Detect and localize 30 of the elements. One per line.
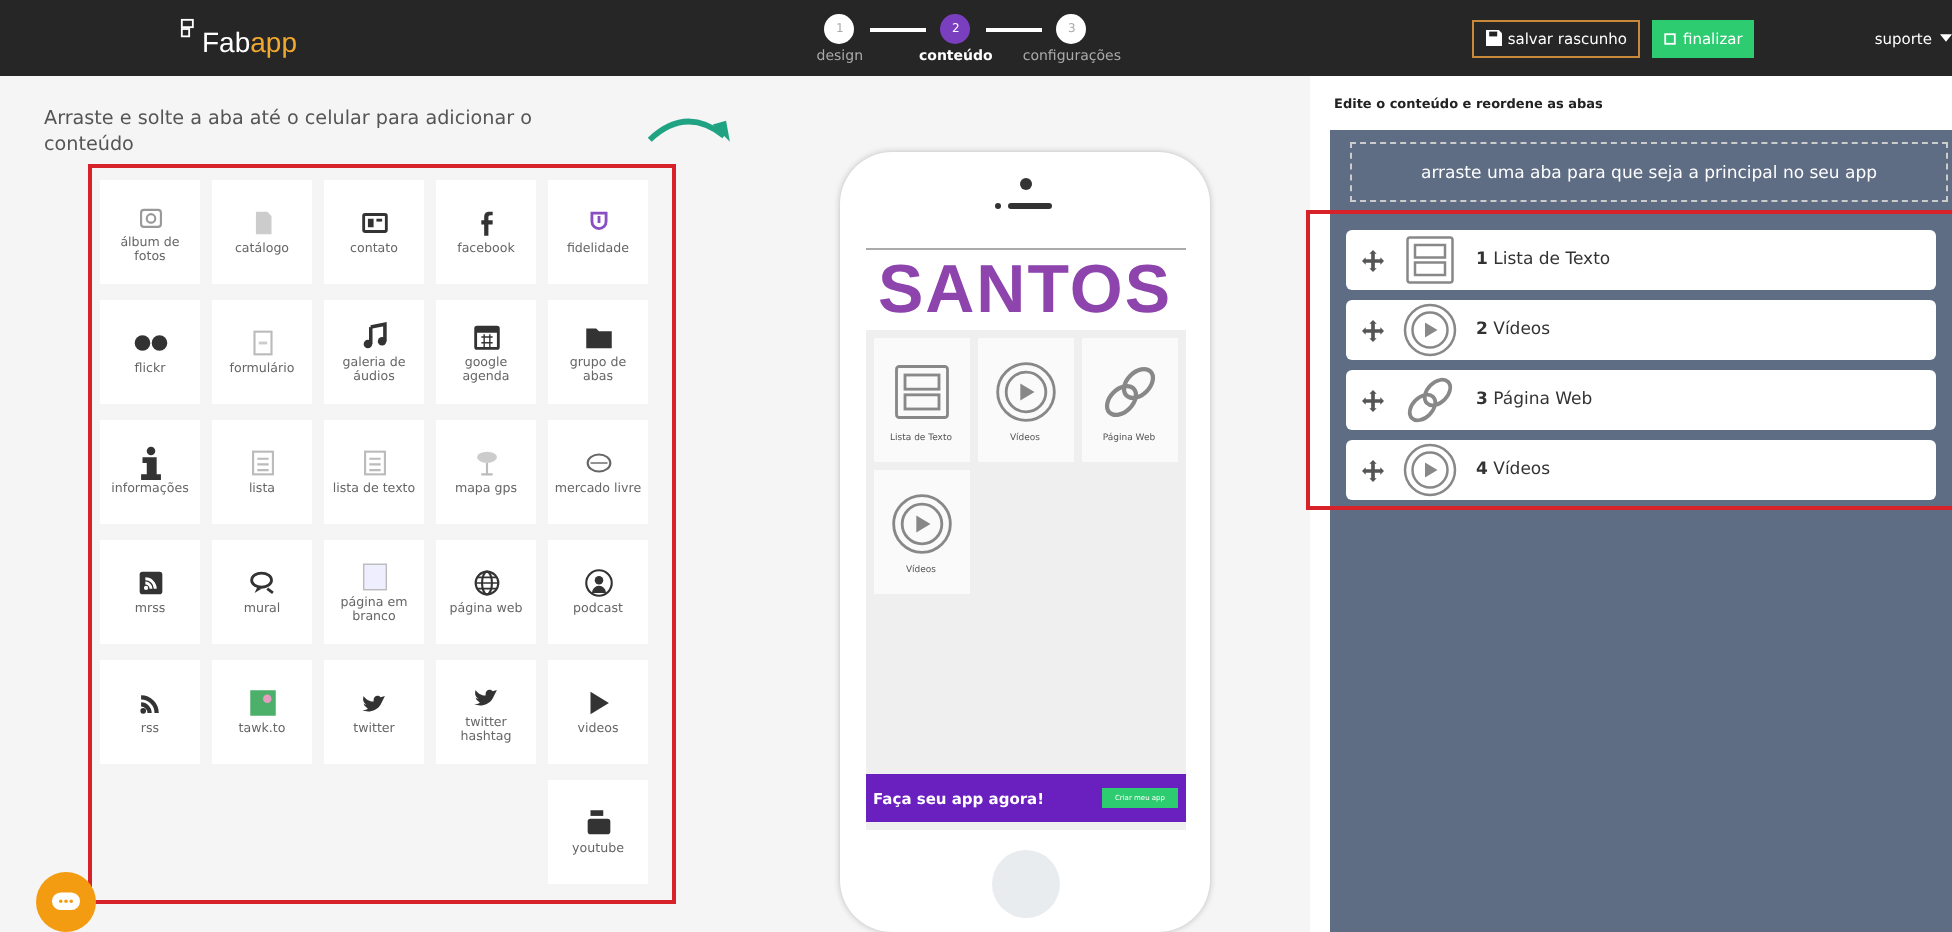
caret-icon [1939, 34, 1952, 42]
play-circle-icon [1400, 300, 1460, 360]
tab-row[interactable]: 1 Lista de Texto [1346, 230, 1936, 290]
tab-row-label: 1 Lista de Texto [1476, 250, 1611, 270]
text-list-icon [1400, 230, 1460, 290]
tab-row-label: 4 Vídeos [1476, 460, 1551, 480]
logo[interactable]: Fabapp [180, 18, 566, 58]
play-circle-icon [991, 357, 1059, 425]
tab-row-label: 3 Página Web [1476, 390, 1593, 410]
tab-row-label: 2 Vídeos [1476, 320, 1551, 340]
instructions: Arraste e solte a aba até o celular para adicionar o conteúdo [44, 108, 534, 160]
tab-row[interactable]: 3 Página Web [1346, 370, 1936, 430]
move-handle-icon[interactable] [1362, 249, 1384, 271]
app-logo-icon [245, 686, 279, 721]
chat-icon [52, 891, 80, 913]
move-handle-icon[interactable] [1362, 459, 1384, 481]
app-title: SANTOS [865, 250, 1185, 330]
globe-icon [469, 566, 503, 601]
play-circle-icon [887, 489, 955, 557]
blank-page-icon [357, 559, 391, 594]
check-square-icon [1664, 31, 1677, 45]
tab-row[interactable]: 4 Vídeos [1346, 440, 1936, 500]
logo-text: Fabapp [202, 26, 297, 58]
move-handle-icon[interactable] [1362, 319, 1384, 341]
move-handle-icon[interactable] [1362, 389, 1384, 411]
drop-zone: arraste uma aba para que seja a principal no seu app [1350, 142, 1948, 202]
floppy-icon [1485, 30, 1502, 46]
podcast-icon [581, 566, 615, 601]
tab-row[interactable]: 2 Vídeos [1346, 300, 1936, 360]
play-circle-icon [1400, 440, 1460, 500]
